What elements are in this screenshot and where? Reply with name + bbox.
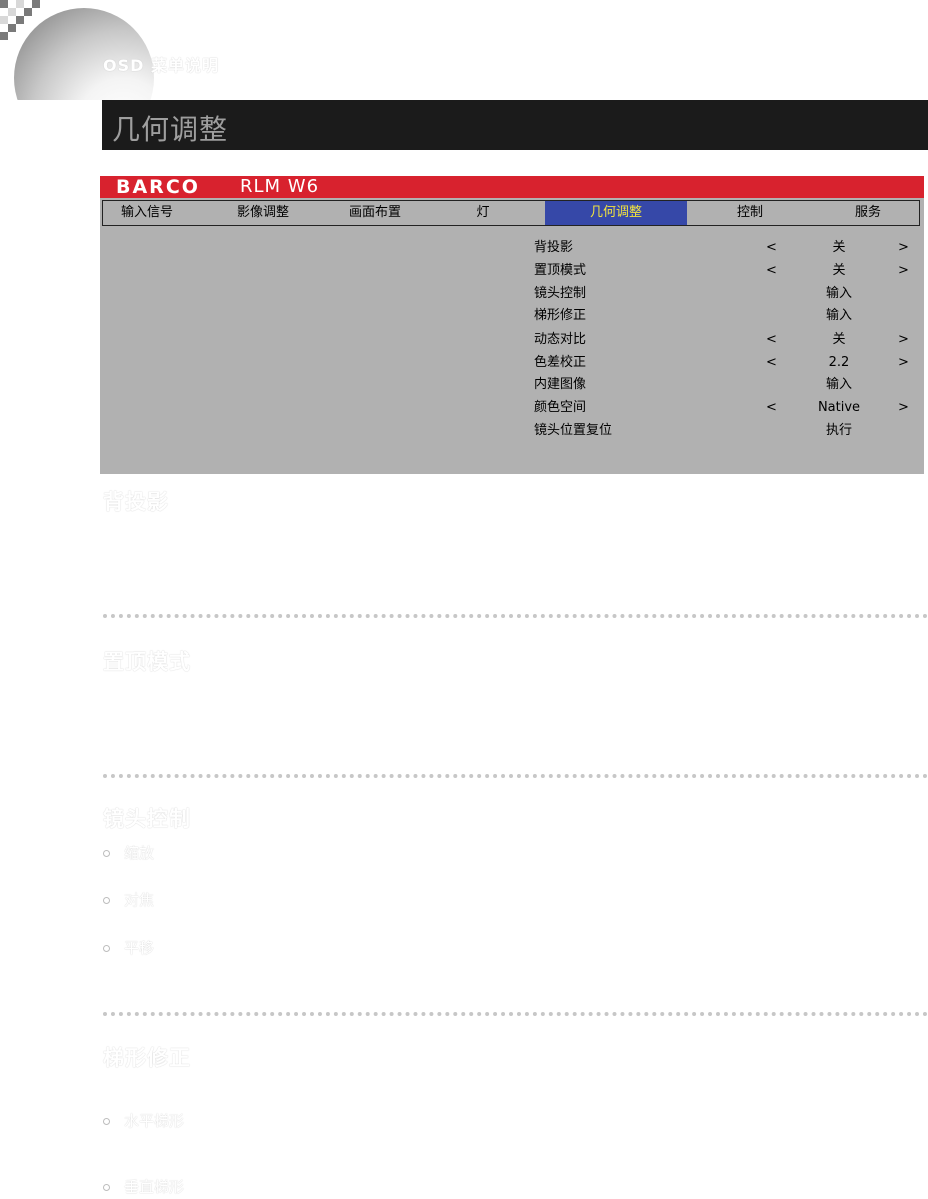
- section-heading-ceiling-mode: 置顶模式: [103, 650, 191, 674]
- osd-menu-screenshot: BARCO RLM W6 输入信号 影像调整 画面布置 灯 几何调整 控制 服务…: [100, 176, 924, 474]
- bullet-item-focus: 对焦: [103, 889, 154, 910]
- bullet-item-zoom: 缩放: [103, 842, 154, 863]
- bullet-circle-icon: [103, 850, 110, 857]
- bullet-item-shift: 平移: [103, 937, 154, 958]
- section-divider: [103, 614, 928, 618]
- osd-row-label: 镜头位置复位: [534, 423, 613, 438]
- osd-tab-control[interactable]: 控制: [715, 201, 785, 225]
- osd-left-arrow[interactable]: <: [766, 398, 777, 418]
- bullet-text: 平移: [124, 939, 155, 957]
- osd-row-value: 输入: [825, 377, 852, 392]
- section-divider: [103, 774, 928, 778]
- page-header-title: OSD 菜单说明: [103, 56, 219, 75]
- osd-row-dynamic-contrast[interactable]: 动态对比 < 关 >: [534, 330, 924, 350]
- osd-row-label: 动态对比: [534, 332, 587, 347]
- osd-tab-layout[interactable]: 画面布置: [333, 201, 417, 225]
- osd-right-arrow[interactable]: >: [898, 261, 909, 281]
- bullet-circle-icon: [103, 1184, 110, 1191]
- osd-tab-input[interactable]: 输入信号: [109, 201, 185, 225]
- checker-pattern-icon: [0, 0, 44, 44]
- osd-row-label: 背投影: [534, 240, 574, 255]
- osd-left-arrow[interactable]: <: [766, 238, 777, 258]
- section-banner: 几何调整: [102, 100, 928, 150]
- osd-row-ceiling-mode[interactable]: 置顶模式 < 关 >: [534, 261, 924, 281]
- osd-row-color-space[interactable]: 颜色空间 < Native >: [534, 398, 924, 418]
- osd-right-arrow[interactable]: >: [898, 398, 909, 418]
- osd-tab-image[interactable]: 影像调整: [219, 201, 307, 225]
- osd-row-value: 关: [832, 332, 846, 347]
- bullet-circle-icon: [103, 897, 110, 904]
- osd-row-lens-control[interactable]: 镜头控制 输入: [534, 284, 924, 304]
- osd-tab-bar: 输入信号 影像调整 画面布置 灯 几何调整 控制 服务: [102, 200, 920, 226]
- section-divider: [103, 1012, 928, 1016]
- osd-row-label: 色差校正: [534, 355, 587, 370]
- osd-row-label: 置顶模式: [534, 263, 587, 278]
- section-banner-title: 几何调整: [112, 113, 229, 146]
- bullet-text: 水平梯形: [124, 1112, 185, 1130]
- osd-right-arrow[interactable]: >: [898, 238, 909, 258]
- osd-row-value: 输入: [825, 286, 852, 301]
- osd-right-arrow[interactable]: >: [898, 330, 909, 350]
- osd-row-rear-projection[interactable]: 背投影 < 关 >: [534, 238, 924, 258]
- osd-tab-geometry[interactable]: 几何调整: [545, 201, 687, 225]
- bullet-text: 缩放: [124, 844, 155, 862]
- bullet-circle-icon: [103, 945, 110, 952]
- osd-row-value: 关: [832, 263, 846, 278]
- bullet-item-horizontal-keystone: 水平梯形: [103, 1110, 184, 1131]
- osd-tab-service[interactable]: 服务: [835, 201, 901, 225]
- barco-logo: BARCO: [116, 176, 200, 198]
- osd-model-name: RLM W6: [240, 176, 320, 197]
- osd-row-label: 内建图像: [534, 377, 587, 392]
- osd-row-value: 执行: [825, 423, 852, 438]
- osd-row-lens-reset[interactable]: 镜头位置复位 执行: [534, 421, 924, 441]
- osd-row-label: 颜色空间: [534, 400, 587, 415]
- bullet-item-vertical-keystone: 垂直梯形: [103, 1176, 184, 1197]
- bullet-text: 垂直梯形: [124, 1178, 185, 1196]
- osd-row-value: 关: [832, 240, 846, 255]
- osd-left-arrow[interactable]: <: [766, 261, 777, 281]
- osd-row-keystone[interactable]: 梯形修正 输入: [534, 306, 924, 326]
- bullet-circle-icon: [103, 1118, 110, 1125]
- osd-left-arrow[interactable]: <: [766, 353, 777, 373]
- osd-row-value: 输入: [825, 308, 852, 323]
- section-heading-rear-projection: 背投影: [103, 490, 169, 514]
- osd-row-value: 2.2: [828, 355, 850, 370]
- bullet-text: 对焦: [124, 891, 155, 909]
- osd-row-label: 镜头控制: [534, 286, 587, 301]
- osd-row-label: 梯形修正: [534, 308, 587, 323]
- osd-row-test-pattern[interactable]: 内建图像 输入: [534, 375, 924, 395]
- osd-right-arrow[interactable]: >: [898, 353, 909, 373]
- section-heading-lens-control: 镜头控制: [103, 807, 191, 831]
- section-heading-keystone: 梯形修正: [103, 1046, 191, 1070]
- osd-row-gamma[interactable]: 色差校正 < 2.2 >: [534, 353, 924, 373]
- osd-tab-lamp[interactable]: 灯: [463, 201, 503, 225]
- osd-left-arrow[interactable]: <: [766, 330, 777, 350]
- osd-row-value: Native: [817, 400, 861, 415]
- osd-brand-bar: BARCO RLM W6: [100, 176, 924, 198]
